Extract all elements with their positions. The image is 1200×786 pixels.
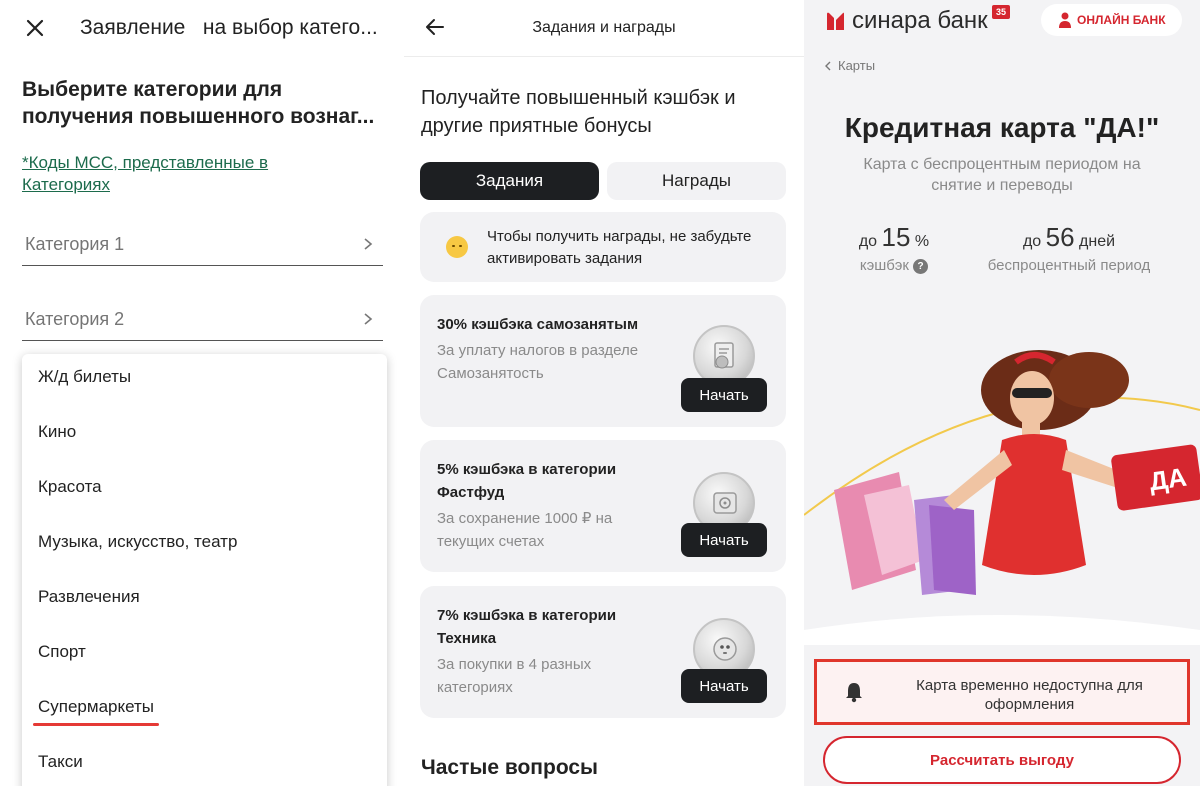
task-card-fastfood[interactable]: 5% кэшбэка в категории Фастфуд За сохран… [420, 440, 786, 572]
stat-caption: беспроцентный период [987, 257, 1151, 274]
category-2-label: Категория 2 [25, 309, 125, 329]
stat-unit: % [914, 233, 930, 250]
card-logo-text: ДА [1147, 462, 1188, 497]
notice-text: Чтобы получить награды, не забудьте акти… [487, 228, 752, 267]
activation-notice: Чтобы получить награды, не забудьте акти… [420, 212, 786, 282]
page-title: Заявление на выбор катего... [80, 16, 378, 39]
mcc-codes-link[interactable]: *Коды МСС, представленные в Категориях [22, 152, 352, 196]
person-icon [1059, 12, 1071, 28]
option-cinema[interactable]: Кино [38, 422, 76, 442]
option-sport[interactable]: Спорт [38, 642, 86, 662]
online-bank-label: ОНЛАЙН БАНК [1077, 13, 1166, 27]
stat-value: 56 [1045, 222, 1075, 252]
task-card-self-employed[interactable]: 30% кэшбэка самозанятым За уплату налого… [420, 295, 786, 427]
product-subtitle: Карта с беспроцентным периодом на снятие… [863, 156, 1141, 194]
tab-tasks[interactable]: Задания [420, 162, 599, 200]
category-application-screen: Заявление на выбор катего... Выберите ка… [0, 0, 404, 786]
close-icon[interactable] [24, 17, 46, 39]
stat-prefix: до [1022, 233, 1042, 250]
task-description: За уплату налогов в разделе Самозанятост… [437, 342, 639, 382]
chevron-right-icon [364, 313, 373, 325]
sinara-logo-icon [827, 12, 844, 30]
header-divider [404, 56, 804, 57]
hero-illustration: ДА [804, 350, 1200, 645]
emoji-face-icon [446, 236, 468, 258]
page-title: Задания и награды [532, 19, 676, 36]
chevron-right-icon [364, 238, 373, 250]
option-beauty[interactable]: Красота [38, 477, 102, 497]
category-2-select[interactable]: Категория 2 [22, 303, 383, 341]
stat-caption: кэшбэк [859, 257, 909, 274]
task-description: За покупки в 4 разных категориях [437, 656, 592, 696]
stat-unit: дней [1079, 233, 1116, 250]
section-heading: Получайте повышенный кэшбэк и другие при… [421, 87, 736, 137]
highlight-underline [33, 723, 159, 726]
option-entertainment[interactable]: Развлечения [38, 587, 140, 607]
unavailable-alert: Карта временно недоступна для оформления [814, 659, 1190, 725]
bank-card-page: синара банк 35 ОНЛАЙН БАНК Карты Кредитн… [804, 0, 1200, 786]
tab-rewards[interactable]: Награды [607, 162, 786, 200]
bell-icon [846, 683, 862, 703]
breadcrumb[interactable]: Карты [824, 58, 875, 73]
task-card-electronics[interactable]: 7% кэшбэка в категории Техника За покупк… [420, 586, 786, 718]
category-dropdown-menu: Ж/д билеты Кино Красота Музыка, искусств… [22, 354, 387, 786]
task-title: 7% кэшбэка в категории Техника [437, 607, 617, 647]
task-title: 30% кэшбэка самозанятым [437, 316, 639, 333]
chevron-left-icon [825, 61, 831, 71]
option-supermarkets[interactable]: Супермаркеты [38, 697, 154, 717]
online-bank-button[interactable]: ОНЛАЙН БАНК [1041, 4, 1182, 36]
start-button[interactable]: Начать [681, 378, 767, 412]
cashback-stat: до 15 % кэшбэк ? [844, 222, 944, 274]
grace-period-stat: до 56 дней беспроцентный период [964, 222, 1174, 274]
stat-value: 15 [881, 222, 911, 252]
option-taxi[interactable]: Такси [38, 752, 83, 772]
alert-text: Карта временно недоступна для оформления [916, 677, 1143, 713]
app-header: Заявление на выбор катего... [0, 0, 404, 58]
start-button[interactable]: Начать [681, 523, 767, 557]
category-1-label: Категория 1 [25, 234, 125, 254]
anniversary-badge: 35 [992, 5, 1010, 19]
help-icon[interactable]: ? [913, 259, 929, 274]
logo-text: синара банк [852, 7, 988, 34]
task-description: За сохранение 1000 ₽ на текущих счетах [437, 510, 613, 550]
tasks-rewards-screen: Задания и награды Получайте повышенный к… [404, 0, 804, 786]
task-title: 5% кэшбэка в категории Фастфуд [437, 461, 617, 501]
product-title: Кредитная карта "ДА!" [844, 112, 1160, 143]
option-rail-tickets[interactable]: Ж/д билеты [38, 367, 131, 387]
category-1-select[interactable]: Категория 1 [22, 228, 383, 266]
calculate-benefit-button[interactable]: Рассчитать выгоду [823, 736, 1181, 784]
faq-heading: Частые вопросы [421, 756, 598, 779]
breadcrumb-label: Карты [838, 58, 876, 73]
section-heading: Выберите категории для получения повышен… [22, 78, 375, 128]
start-button[interactable]: Начать [681, 669, 767, 703]
stat-prefix: до [858, 233, 878, 250]
option-music-art-theatre[interactable]: Музыка, искусство, театр [38, 532, 237, 552]
tab-bar: Задания Награды [420, 162, 786, 200]
